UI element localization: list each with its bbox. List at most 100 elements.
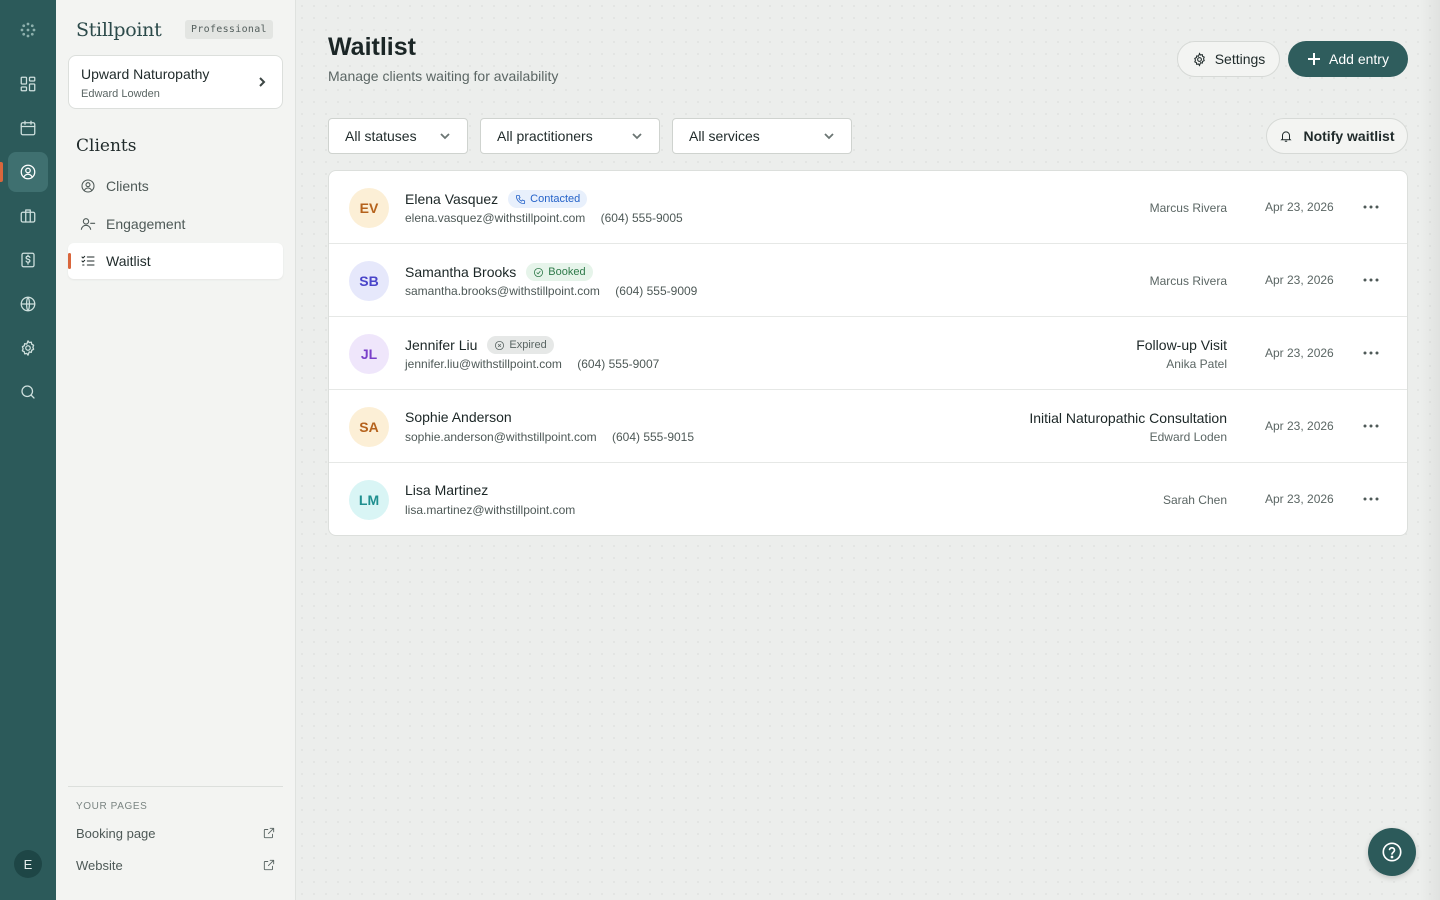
ellipsis-icon [1363, 424, 1379, 428]
client-phone: (604) 555-9007 [577, 357, 660, 371]
client-contact: elena.vasquez@withstillpoint.com (604) 5… [405, 211, 695, 225]
plan-badge: Professional [185, 20, 273, 39]
avatar: SA [349, 407, 389, 447]
practitioner: Edward Loden [1149, 430, 1227, 444]
avatar: LM [349, 480, 389, 520]
sidebar-item-label: Waitlist [106, 253, 151, 269]
booking-page-link[interactable]: Booking page [76, 826, 276, 841]
avatar: JL [349, 334, 389, 374]
chevron-down-icon [632, 133, 642, 140]
table-row[interactable]: EV Elena Vasquez Contacted elena.vasquez… [329, 171, 1407, 244]
main-content: Waitlist Manage clients waiting for avai… [296, 0, 1440, 900]
practitioner: Marcus Rivera [1149, 274, 1227, 288]
website-link[interactable]: Website [76, 858, 276, 873]
practitioner: Marcus Rivera [1149, 201, 1227, 215]
more-options-button[interactable] [1359, 489, 1383, 509]
client-email: elena.vasquez@withstillpoint.com [405, 211, 586, 225]
more-options-button[interactable] [1359, 270, 1383, 290]
client-contact: jennifer.liu@withstillpoint.com (604) 55… [405, 357, 671, 371]
entry-date: Apr 23, 2026 [1265, 273, 1334, 287]
check-circle-icon [534, 267, 544, 277]
practitioner: Sarah Chen [1162, 493, 1227, 507]
client-email: samantha.brooks@withstillpoint.com [405, 284, 600, 298]
status-badge: Contacted [508, 190, 588, 208]
client-email: jennifer.liu@withstillpoint.com [405, 357, 562, 371]
status-filter[interactable]: All statuses [328, 118, 468, 154]
status-badge: Expired [487, 336, 554, 354]
section-title: Clients [76, 136, 137, 156]
org-name: Upward Naturopathy [81, 66, 210, 82]
client-name: Lisa Martinez [405, 482, 488, 498]
practitioner-filter[interactable]: All practitioners [480, 118, 660, 154]
sidebar-item-engagement[interactable]: Engagement [68, 206, 283, 242]
client-contact: lisa.martinez@withstillpoint.com [405, 503, 587, 517]
client-email: lisa.martinez@withstillpoint.com [405, 503, 576, 517]
help-button[interactable] [1368, 828, 1416, 876]
service-filter[interactable]: All services [672, 118, 852, 154]
client-email: sophie.anderson@withstillpoint.com [405, 430, 597, 444]
more-options-button[interactable] [1359, 343, 1383, 363]
external-link-icon [263, 827, 275, 839]
chevron-down-icon [440, 133, 450, 140]
client-name-text: Elena Vasquez [405, 191, 499, 207]
org-switcher[interactable]: Upward Naturopathy Edward Lowden [68, 55, 283, 109]
calendar-icon[interactable] [8, 108, 48, 148]
clients-icon[interactable] [0, 152, 48, 192]
x-circle-icon [495, 340, 505, 350]
ellipsis-icon [1363, 497, 1379, 501]
brand-logo[interactable]: Stillpoint [76, 19, 162, 41]
app-rail: E [0, 0, 56, 900]
client-name: Jennifer Liu Expired [405, 336, 554, 354]
settings-button[interactable]: Settings [1177, 41, 1280, 77]
search-icon[interactable] [8, 372, 48, 412]
more-options-button[interactable] [1359, 197, 1383, 217]
services-icon[interactable] [8, 196, 48, 236]
settings-label: Settings [1214, 51, 1266, 67]
service-name: Follow-up Visit [1136, 337, 1227, 353]
filter-value: All practitioners [497, 128, 593, 144]
user-avatar[interactable]: E [14, 850, 42, 878]
sidebar-item-clients[interactable]: Clients [68, 168, 283, 204]
globe-icon[interactable] [8, 284, 48, 324]
page-subtitle: Manage clients waiting for availability [328, 68, 559, 84]
user-minus-icon [80, 218, 96, 230]
entry-date: Apr 23, 2026 [1265, 200, 1334, 214]
sidebar: Stillpoint Professional Upward Naturopat… [56, 0, 296, 900]
notify-label: Notify waitlist [1303, 128, 1395, 144]
client-name: Elena Vasquez Contacted [405, 190, 588, 208]
entry-date: Apr 23, 2026 [1265, 346, 1334, 360]
settings-icon[interactable] [8, 328, 48, 368]
chevron-down-icon [824, 133, 834, 140]
external-link-icon [263, 859, 275, 871]
client-phone: (604) 555-9005 [600, 211, 683, 225]
waitlist-table: EV Elena Vasquez Contacted elena.vasquez… [328, 170, 1408, 536]
add-entry-button[interactable]: Add entry [1288, 41, 1408, 77]
your-pages-heading: YOUR PAGES [76, 801, 148, 812]
filter-value: All statuses [345, 128, 417, 144]
plus-icon [1308, 53, 1321, 65]
sidebar-item-waitlist[interactable]: Waitlist [68, 243, 283, 279]
phone-icon [516, 194, 526, 204]
table-row[interactable]: SA Sophie Anderson sophie.anderson@withs… [329, 390, 1407, 463]
table-row[interactable]: SB Samantha Brooks Booked samantha.brook… [329, 244, 1407, 317]
table-row[interactable]: LM Lisa Martinez lisa.martinez@withstill… [329, 463, 1407, 535]
gear-icon [1193, 51, 1205, 67]
ellipsis-icon [1363, 205, 1379, 209]
client-contact: sophie.anderson@withstillpoint.com (604)… [405, 430, 706, 444]
notify-waitlist-button[interactable]: Notify waitlist [1266, 118, 1408, 154]
divider [68, 786, 283, 787]
filter-value: All services [689, 128, 760, 144]
dots-grid-icon[interactable] [8, 10, 48, 50]
service-name: Initial Naturopathic Consultation [1029, 410, 1227, 426]
billing-icon[interactable] [8, 240, 48, 280]
chevron-right-icon [256, 75, 268, 87]
checklist-icon [81, 255, 95, 266]
table-row[interactable]: JL Jennifer Liu Expired jennifer.liu@wit… [329, 317, 1407, 390]
sidebar-item-label: Clients [106, 178, 149, 194]
client-phone: (604) 555-9015 [611, 430, 695, 444]
status-badge: Booked [526, 263, 593, 281]
link-label: Booking page [76, 826, 156, 841]
more-options-button[interactable] [1359, 416, 1383, 436]
client-phone: (604) 555-9009 [615, 284, 698, 298]
dashboard-icon[interactable] [8, 64, 48, 104]
